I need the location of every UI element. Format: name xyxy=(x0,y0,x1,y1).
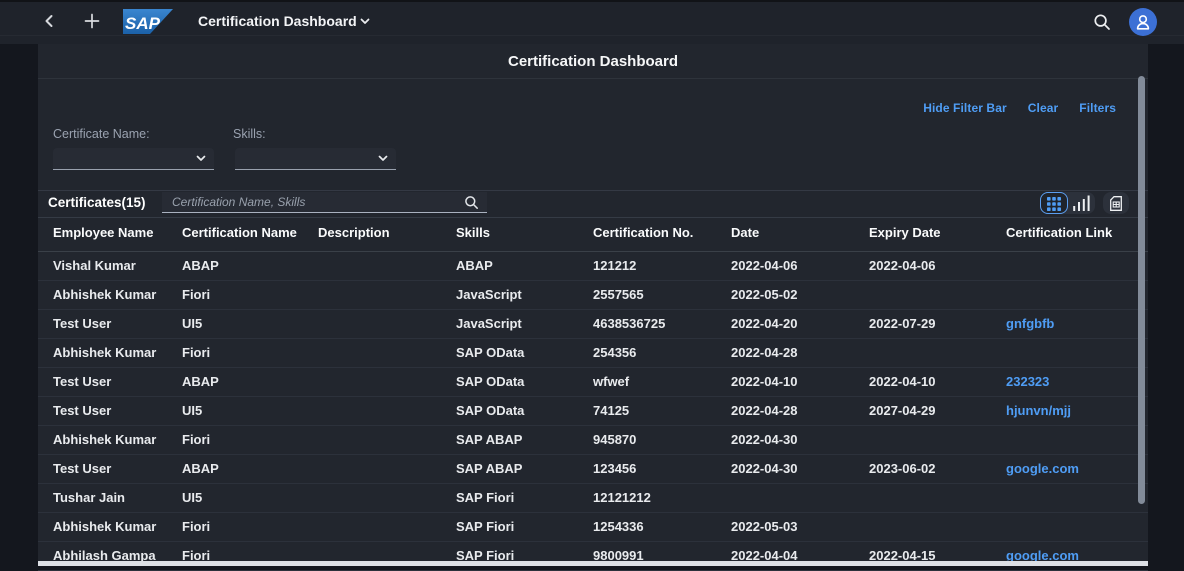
svg-text:SAP: SAP xyxy=(125,14,161,33)
